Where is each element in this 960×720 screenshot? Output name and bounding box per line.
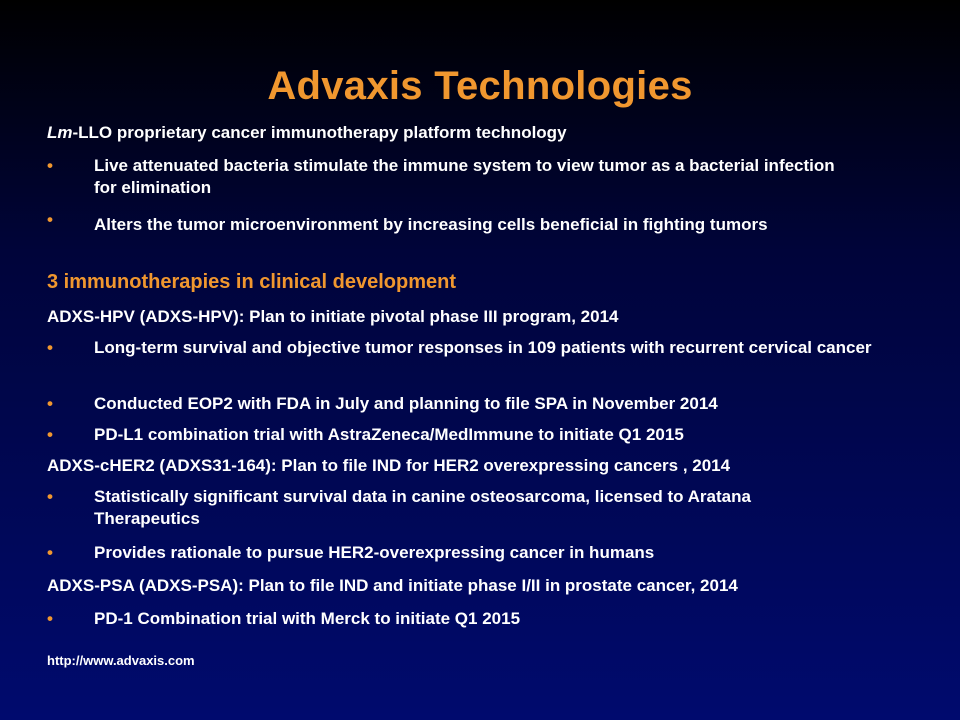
bullet-marker: • xyxy=(47,338,53,357)
bullet-marker: • xyxy=(47,425,53,444)
hpv-bullet-1: Long-term survival and objective tumor r… xyxy=(94,338,872,357)
bullet-marker: • xyxy=(47,543,53,562)
psa-heading: ADXS-PSA (ADXS-PSA): Plan to file IND an… xyxy=(47,576,738,595)
bullet-marker: • xyxy=(47,156,53,175)
platform-bullet-1: Live attenuated bacteria stimulate the i… xyxy=(94,156,835,197)
slide-title: Advaxis Technologies xyxy=(267,64,693,108)
cher2-heading: ADXS-cHER2 (ADXS31-164): Plan to file IN… xyxy=(47,456,731,475)
bullet-marker: • xyxy=(47,609,53,628)
cher2-bullet-2: Provides rationale to pursue HER2-overex… xyxy=(94,543,655,562)
platform-heading: Lm-LLO proprietary cancer immunotherapy … xyxy=(47,122,567,144)
platform-prefix: Lm xyxy=(47,123,73,142)
slide: { "title": "Advaxis Technologies", "plat… xyxy=(0,0,960,720)
psa-bullet-1: PD-1 Combination trial with Merck to ini… xyxy=(94,609,521,628)
cher2-bullet-1: Statistically significant survival data … xyxy=(94,487,751,528)
bullet-marker: • xyxy=(47,394,53,413)
bullet-marker: • xyxy=(47,487,53,506)
hpv-bullet-3: PD-L1 combination trial with AstraZeneca… xyxy=(94,425,684,444)
clinical-heading: 3 immunotherapies in clinical developmen… xyxy=(47,271,456,293)
platform-bullet-2: Alters the tumor microenvironment by inc… xyxy=(94,215,768,234)
bullet-marker: • xyxy=(47,210,53,229)
footer-link[interactable]: http://www.advaxis.com xyxy=(47,652,195,670)
hpv-bullet-2: Conducted EOP2 with FDA in July and plan… xyxy=(94,394,718,413)
hpv-heading: ADXS-HPV (ADXS-HPV): Plan to initiate pi… xyxy=(47,307,619,326)
platform-heading-text: -LLO proprietary cancer immunotherapy pl… xyxy=(72,123,567,142)
